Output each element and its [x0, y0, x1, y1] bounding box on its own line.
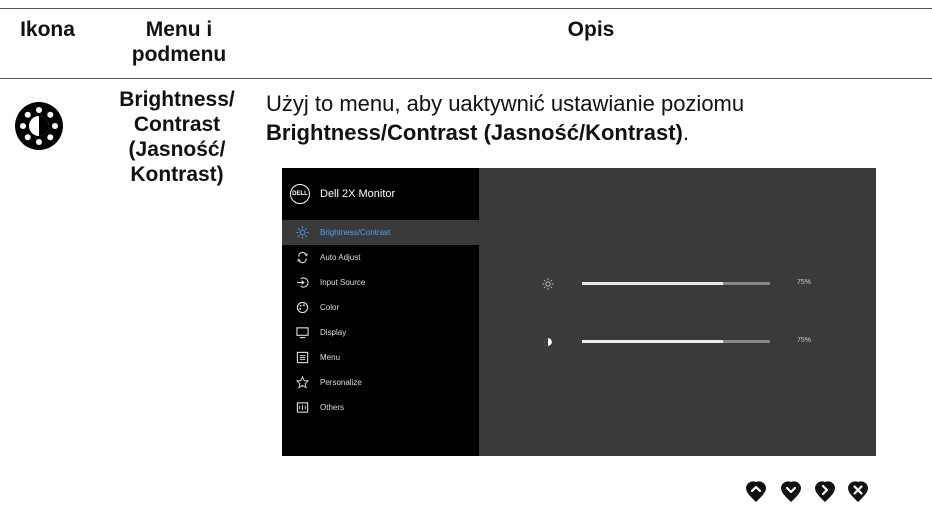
- osd-item-brightness-contrast[interactable]: Brightness/Contrast: [282, 220, 479, 245]
- osd-item-color[interactable]: Color: [282, 295, 479, 320]
- description-bold: Brightness/Contrast (Jasność/Kontrast): [266, 120, 683, 145]
- right-button[interactable]: [814, 479, 836, 503]
- contrast-icon: [544, 338, 552, 346]
- down-button[interactable]: [780, 479, 802, 503]
- input-source-icon: [295, 276, 309, 290]
- description-end: .: [682, 120, 689, 145]
- auto-adjust-icon: [295, 251, 309, 265]
- osd-item-menu[interactable]: Menu: [282, 345, 479, 370]
- star-icon: [295, 376, 309, 390]
- up-button[interactable]: [745, 479, 767, 503]
- osd-item-label: Others: [320, 403, 345, 412]
- osd-item-label: Color: [320, 303, 340, 312]
- brightness-slider-fill: [582, 282, 723, 285]
- header-menu: Menu i podmenu: [131, 18, 227, 66]
- description: Użyj to menu, aby uaktywnić ustawianie p…: [266, 89, 916, 147]
- osd-item-label: Display: [320, 328, 347, 337]
- menu-icon: [295, 351, 309, 365]
- osd-item-label: Auto Adjust: [320, 253, 361, 262]
- sun-icon: [542, 278, 554, 290]
- color-palette-icon: [295, 301, 309, 315]
- close-button[interactable]: [847, 479, 869, 503]
- dell-logo: DELL: [290, 184, 310, 204]
- osd-title-text: Dell 2X Monitor: [320, 188, 396, 200]
- contrast-slider-fill: [582, 340, 723, 343]
- contrast-value: 75%: [797, 337, 812, 344]
- osd-item-input-source[interactable]: Input Source: [282, 270, 479, 295]
- osd-item-others[interactable]: Others: [282, 395, 479, 420]
- table-top-rule: [0, 8, 932, 9]
- osd-item-display[interactable]: Display: [282, 320, 479, 345]
- header-rule: [0, 78, 932, 79]
- header-icon: Ikona: [20, 18, 75, 41]
- menu-name: Brightness/ Contrast (Jasność/ Kontrast): [119, 88, 235, 186]
- close-icon: [848, 481, 868, 502]
- osd-item-personalize[interactable]: Personalize: [282, 370, 479, 395]
- sun-icon: [295, 226, 309, 240]
- header-desc: Opis: [567, 18, 615, 41]
- osd-item-label: Brightness/Contrast: [320, 228, 391, 237]
- osd-screenshot: DELL Dell 2X Monitor Brightness/Contrast…: [282, 168, 876, 456]
- chevron-up-icon: [746, 481, 766, 502]
- osd-sidebar: DELL Dell 2X Monitor Brightness/Contrast…: [282, 168, 479, 456]
- osd-item-label: Input Source: [320, 278, 366, 287]
- osd-title: DELL Dell 2X Monitor: [290, 182, 395, 206]
- description-intro: Użyj to menu, aby uaktywnić ustawianie p…: [266, 91, 745, 116]
- brightness-value: 75%: [797, 279, 812, 286]
- display-icon: [295, 326, 309, 340]
- osd-item-label: Menu: [320, 353, 341, 362]
- contrast-slider[interactable]: [582, 340, 770, 343]
- brightness-contrast-icon: [15, 102, 63, 150]
- others-icon: [295, 401, 309, 415]
- osd-item-auto-adjust[interactable]: Auto Adjust: [282, 245, 479, 270]
- brightness-slider[interactable]: [582, 282, 770, 285]
- osd-item-label: Personalize: [320, 378, 362, 387]
